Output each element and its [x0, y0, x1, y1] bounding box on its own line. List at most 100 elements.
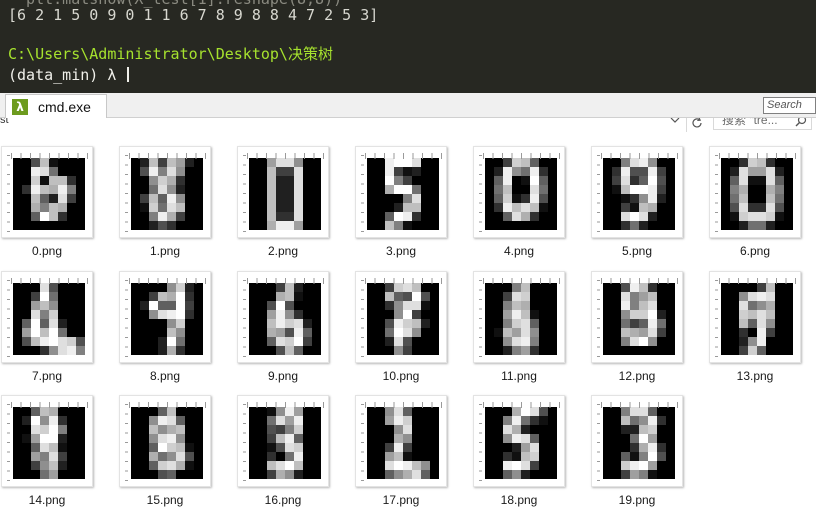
image-thumbnail[interactable] [355, 395, 447, 488]
image-thumbnail[interactable] [591, 270, 683, 363]
file-item[interactable]: 11.png [473, 270, 565, 387]
lambda-icon: λ [12, 98, 28, 115]
digit-matrix-image [131, 407, 203, 480]
image-thumbnail[interactable] [119, 395, 211, 488]
digit-matrix-image [485, 282, 557, 355]
axis-ticks [125, 279, 128, 357]
digit-matrix-image [131, 158, 203, 230]
terminal-console[interactable]: plt.matshow(X_test[1].reshape(8,8)) [6 2… [0, 0, 816, 93]
file-item[interactable]: 18.png [473, 395, 565, 511]
axis-ticks [125, 404, 128, 482]
axis-ticks [129, 402, 206, 409]
image-thumbnail[interactable] [237, 395, 329, 488]
image-thumbnail[interactable] [237, 146, 329, 238]
axis-ticks [7, 155, 10, 232]
file-item[interactable]: 15.png [119, 395, 211, 511]
axis-ticks [243, 404, 246, 482]
axis-ticks [11, 153, 88, 159]
image-thumbnail[interactable] [1, 270, 93, 363]
terminal-prompt-line[interactable]: (data_min) λ [8, 66, 130, 85]
tab-cmd-exe[interactable]: λ cmd.exe [5, 94, 107, 118]
image-thumbnail[interactable] [355, 146, 447, 238]
digit-matrix-image [13, 407, 85, 480]
axis-ticks [483, 402, 560, 409]
image-thumbnail[interactable] [119, 270, 211, 363]
digit-matrix-image [603, 407, 675, 480]
file-item[interactable]: 19.png [591, 395, 683, 511]
digit-matrix-image [485, 158, 557, 230]
file-name: 14.png [28, 493, 66, 508]
axis-ticks [243, 279, 246, 357]
terminal-path-line: C:\Users\Administrator\Desktop\决策树 [8, 45, 333, 63]
image-thumbnail[interactable] [473, 395, 565, 488]
axis-ticks [479, 279, 482, 357]
image-thumbnail[interactable] [1, 395, 93, 488]
file-item[interactable]: 0.png [1, 146, 93, 262]
digit-matrix-image [13, 158, 85, 230]
image-thumbnail[interactable] [709, 270, 801, 363]
axis-ticks [247, 277, 324, 284]
axis-ticks [7, 404, 10, 482]
image-thumbnail[interactable] [355, 270, 447, 363]
axis-ticks [365, 402, 442, 409]
file-name: 10.png [382, 368, 420, 383]
axis-ticks [365, 277, 442, 284]
cmder-search-input[interactable]: Search [763, 97, 816, 114]
axis-ticks [715, 279, 718, 357]
refresh-icon[interactable] [686, 118, 706, 132]
image-thumbnail[interactable] [119, 146, 211, 238]
chevron-down-icon[interactable] [668, 118, 682, 127]
digit-matrix-image [249, 282, 321, 355]
axis-ticks [247, 153, 324, 159]
axis-ticks [601, 277, 678, 284]
file-name: 12.png [618, 368, 656, 383]
file-name: 4.png [503, 244, 535, 258]
file-item[interactable]: 10.png [355, 270, 447, 387]
breadcrumb[interactable]: st [0, 118, 9, 126]
digit-matrix-image [603, 158, 675, 230]
image-thumbnail[interactable] [473, 146, 565, 238]
explorer-search-input[interactable]: 搜索 "tre... [713, 118, 812, 130]
file-name: 17.png [382, 493, 420, 508]
digit-matrix-image [249, 407, 321, 480]
file-name: 2.png [267, 244, 299, 258]
tab-label: cmd.exe [38, 98, 91, 115]
axis-ticks [479, 404, 482, 482]
file-item[interactable]: 5.png [591, 146, 683, 262]
axis-ticks [601, 402, 678, 409]
axis-ticks [601, 153, 678, 159]
file-item[interactable]: 8.png [119, 270, 211, 387]
axis-ticks [125, 155, 128, 232]
file-item[interactable]: 2.png [237, 146, 329, 262]
axis-ticks [11, 402, 88, 409]
image-thumbnail[interactable] [237, 270, 329, 363]
file-item[interactable]: 12.png [591, 270, 683, 387]
image-thumbnail[interactable] [709, 146, 801, 238]
digit-matrix-image [13, 282, 85, 355]
file-item[interactable]: 6.png [709, 146, 801, 262]
file-item[interactable]: 14.png [1, 395, 93, 511]
file-item[interactable]: 17.png [355, 395, 447, 511]
axis-ticks [719, 277, 796, 284]
file-item[interactable]: 4.png [473, 146, 565, 262]
image-thumbnail[interactable] [1, 146, 93, 238]
explorer-search-placeholder: 搜索 "tre... [722, 118, 778, 127]
file-item[interactable]: 16.png [237, 395, 329, 511]
file-name: 19.png [618, 493, 656, 508]
file-item[interactable]: 7.png [1, 270, 93, 387]
file-name: 1.png [149, 244, 181, 258]
search-icon[interactable] [795, 118, 807, 129]
file-item[interactable]: 9.png [237, 270, 329, 387]
file-item[interactable]: 1.png [119, 146, 211, 262]
file-item[interactable]: 13.png [709, 270, 801, 387]
file-item[interactable]: 3.png [355, 146, 447, 262]
digit-matrix-image [367, 407, 439, 480]
file-name: 11.png [501, 368, 537, 383]
image-thumbnail[interactable] [591, 395, 683, 488]
file-grid: 0.png 1.png 2.png 3.png 4.png 5.png 6.png 7.png… [0, 146, 816, 517]
digit-matrix-image [721, 282, 793, 355]
digit-matrix-image [721, 158, 793, 230]
image-thumbnail[interactable] [591, 146, 683, 238]
image-thumbnail[interactable] [473, 270, 565, 363]
axis-ticks [715, 155, 718, 232]
